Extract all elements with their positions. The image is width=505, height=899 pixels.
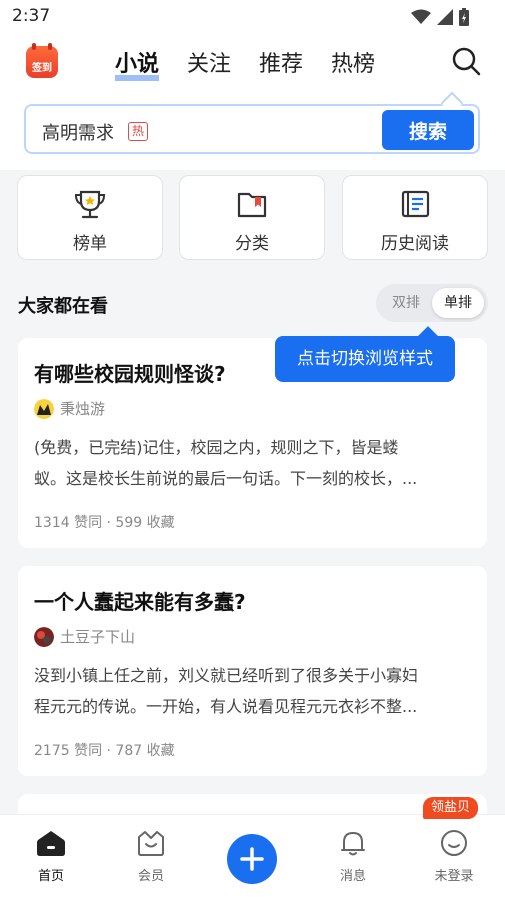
section-title: 大家都在看 (18, 296, 108, 317)
bottom-nav: 首页 会员 消息 未登录 (0, 814, 505, 899)
nav-home[interactable]: 首页 (16, 829, 86, 884)
search-query[interactable]: 高明需求 (42, 119, 114, 145)
toggle-double-column[interactable]: 双排 (380, 288, 432, 318)
search-box[interactable]: 高明需求 热 搜索 (24, 104, 480, 154)
top-header: 签到 小说 关注 推荐 热榜 (0, 34, 505, 92)
signal-icon (437, 9, 453, 25)
toggle-single-column[interactable]: 单排 (432, 288, 484, 318)
card-meta: 1314 赞同 · 599 收藏 (34, 515, 175, 531)
card-title[interactable]: 有哪些校园规则怪谈? (34, 358, 226, 387)
card-excerpt: (免费，已完结)记住，校园之内，规则之下，皆是蝼 蚁。这是校长生前说的最后一句话… (34, 432, 469, 494)
card-excerpt: 没到小镇上任之前，刘义就已经听到了很多关于小寡妇 程元元的传说。一开始，有人说看… (34, 660, 469, 722)
status-bar: 2:37 (0, 0, 505, 34)
nav-label: 未登录 (434, 869, 474, 884)
home-icon (37, 831, 65, 856)
quick-link-label: 历史阅读 (381, 234, 449, 254)
plus-icon (240, 847, 264, 871)
author-avatar (34, 626, 54, 647)
card-meta: 2175 赞同 · 787 收藏 (34, 743, 175, 759)
status-time: 2:37 (12, 6, 51, 26)
create-button[interactable] (227, 834, 277, 884)
nav-profile[interactable]: 未登录 (419, 829, 489, 884)
layout-toggle: 双排 单排 (376, 284, 488, 322)
folder-bookmark-icon (237, 192, 267, 218)
excerpt-line: 蚁。这是校长生前说的最后一句话。下一刻的校长，... (34, 469, 418, 488)
nav-label: 会员 (137, 869, 164, 884)
quick-link-categories[interactable]: 分类 (179, 175, 325, 260)
feed-card[interactable]: 一个人蠢起来能有多蠢? 土豆子下山 没到小镇上任之前，刘义就已经听到了很多关于小… (18, 566, 487, 776)
author-name: 秉烛游 (60, 400, 106, 418)
nav-label: 消息 (339, 869, 366, 884)
top-tabs: 小说 关注 推荐 热榜 (115, 46, 375, 81)
excerpt-line: 程元元的传说。一开始，有人说看见程元元衣衫不整... (34, 697, 418, 716)
card-author[interactable]: 秉烛游 (34, 398, 105, 419)
tab-follow[interactable]: 关注 (187, 46, 231, 78)
nav-messages[interactable]: 消息 (318, 829, 388, 884)
wifi-icon (411, 9, 431, 24)
quick-link-label: 分类 (235, 234, 269, 254)
system-icons (411, 8, 469, 26)
tab-novel[interactable]: 小说 (115, 46, 160, 81)
checkin-label: 签到 (32, 63, 52, 74)
search-button[interactable]: 搜索 (382, 110, 474, 150)
layout-tooltip[interactable]: 点击切换浏览样式 (275, 336, 455, 382)
search-icon[interactable] (451, 46, 481, 76)
promo-badge[interactable]: 领盐贝 (423, 797, 479, 819)
bell-icon (341, 832, 365, 856)
quick-link-label: 榜单 (73, 234, 107, 254)
author-avatar (34, 398, 54, 419)
quick-link-history[interactable]: 历史阅读 (342, 175, 488, 260)
nav-vip[interactable]: 会员 (116, 829, 186, 884)
excerpt-line: (免费，已完结)记住，校园之内，规则之下，皆是蝼 (34, 438, 399, 457)
card-author[interactable]: 土豆子下山 (34, 626, 135, 647)
tab-recommend[interactable]: 推荐 (259, 46, 303, 78)
battery-icon (459, 8, 469, 26)
hot-badge: 热 (128, 122, 149, 141)
vip-crown-icon (138, 831, 164, 856)
card-title[interactable]: 一个人蠢起来能有多蠢? (34, 586, 246, 615)
history-book-icon (401, 190, 430, 218)
author-name: 土豆子下山 (60, 628, 136, 646)
profile-icon (441, 830, 467, 856)
search-section: 高明需求 热 搜索 (0, 92, 505, 170)
excerpt-line: 没到小镇上任之前，刘义就已经听到了很多关于小寡妇 (34, 666, 419, 685)
tab-hot-list[interactable]: 热榜 (331, 46, 375, 78)
quick-link-rankings[interactable]: 榜单 (17, 175, 163, 260)
trophy-icon (74, 190, 106, 219)
checkin-button[interactable]: 签到 (26, 43, 58, 78)
nav-label: 首页 (37, 869, 64, 884)
